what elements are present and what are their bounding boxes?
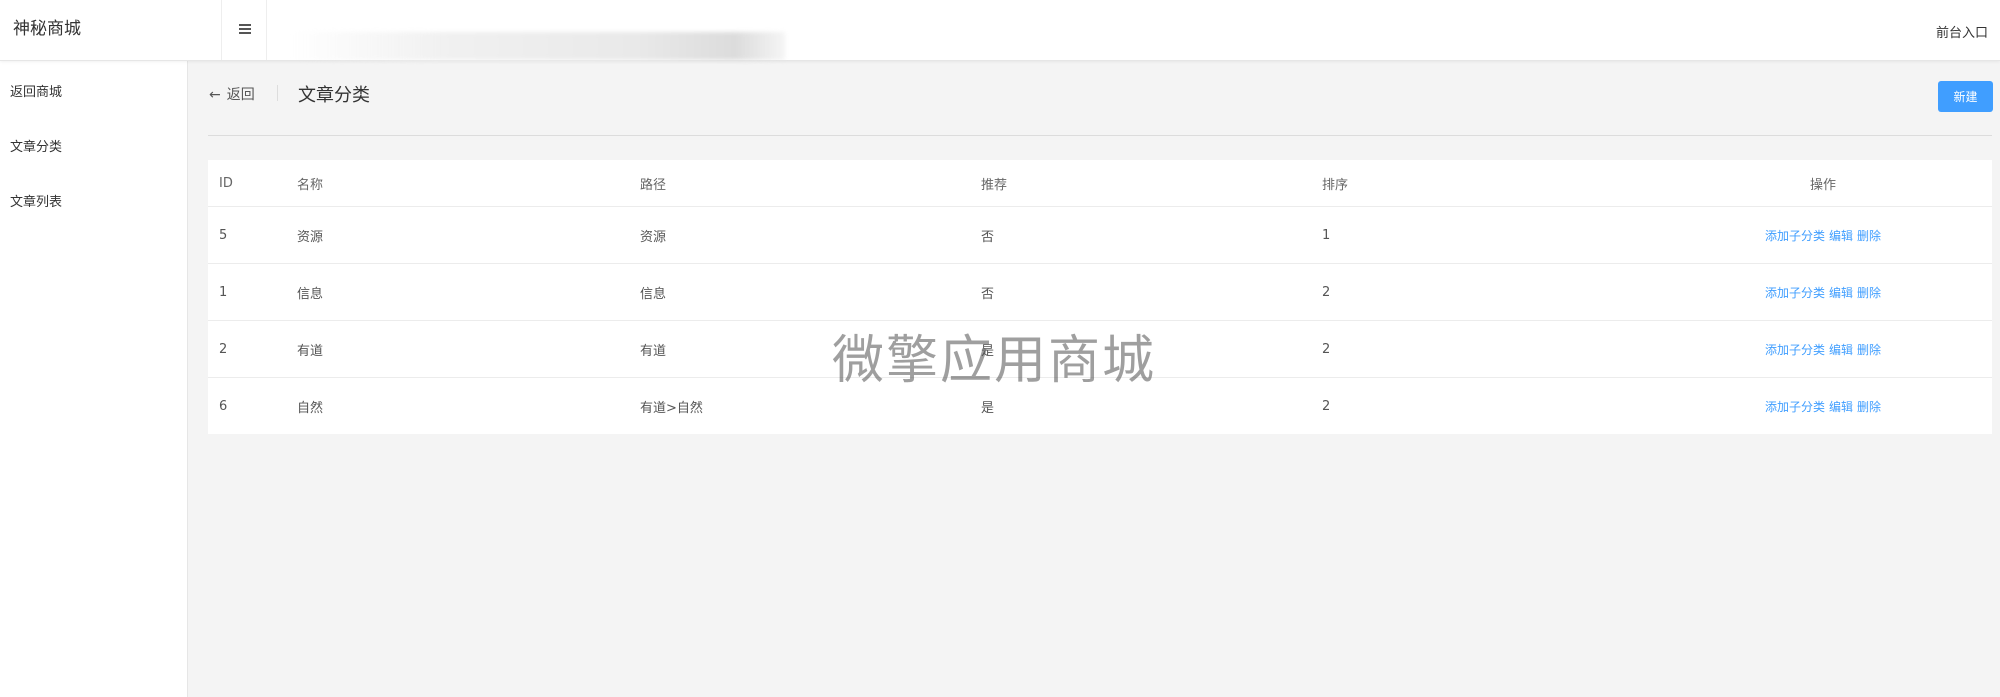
top-header: 神秘商城 前台入口 xyxy=(0,0,2000,61)
cell-recommend: 是 xyxy=(981,400,995,416)
cell-name: 资源 xyxy=(297,229,324,245)
delete-link[interactable]: 删除 xyxy=(1857,284,1881,301)
edit-link[interactable]: 编辑 xyxy=(1829,227,1853,244)
sidebar-item-article-category[interactable]: 文章分类 xyxy=(10,136,62,155)
cell-id: 2 xyxy=(219,341,228,357)
cell-sort: 2 xyxy=(1322,341,1331,357)
delete-link[interactable]: 删除 xyxy=(1857,398,1881,415)
column-header-id: ID xyxy=(219,175,233,191)
add-child-category-link[interactable]: 添加子分类 xyxy=(1765,398,1825,415)
cell-actions: 添加子分类 编辑 删除 xyxy=(1758,264,1888,320)
edit-link[interactable]: 编辑 xyxy=(1829,398,1853,415)
cell-sort: 2 xyxy=(1322,398,1331,414)
cell-recommend: 是 xyxy=(981,343,995,359)
add-child-category-link[interactable]: 添加子分类 xyxy=(1765,284,1825,301)
cell-path: 有道 xyxy=(640,343,667,359)
table-row: 2 有道 有道 是 2 添加子分类 编辑 删除 xyxy=(208,321,1992,378)
column-header-path: 路径 xyxy=(640,177,667,193)
cell-name: 自然 xyxy=(297,400,324,416)
cell-path: 有道>自然 xyxy=(640,400,703,416)
table-header-row: ID 名称 路径 推荐 排序 操作 xyxy=(208,160,1992,207)
category-table: ID 名称 路径 推荐 排序 操作 5 资源 资源 否 1 添加子分类 编辑 删除 … xyxy=(208,160,1992,434)
add-child-category-link[interactable]: 添加子分类 xyxy=(1765,341,1825,358)
cell-sort: 1 xyxy=(1322,227,1331,243)
delete-link[interactable]: 删除 xyxy=(1857,341,1881,358)
cell-id: 6 xyxy=(219,398,228,414)
column-header-sort: 排序 xyxy=(1322,177,1349,193)
add-child-category-link[interactable]: 添加子分类 xyxy=(1765,227,1825,244)
cell-id: 1 xyxy=(219,284,228,300)
cell-sort: 2 xyxy=(1322,284,1331,300)
column-header-recommend: 推荐 xyxy=(981,177,1008,193)
arrow-left-icon: ← xyxy=(209,87,221,103)
divider xyxy=(277,85,278,101)
brand-area: 神秘商城 xyxy=(0,0,222,60)
page-title: 文章分类 xyxy=(298,85,370,106)
brand-title: 神秘商城 xyxy=(13,19,81,39)
cell-id: 5 xyxy=(219,227,228,243)
table-row: 1 信息 信息 否 2 添加子分类 编辑 删除 xyxy=(208,264,1992,321)
blurred-region xyxy=(290,32,785,60)
sidebar-item-article-list[interactable]: 文章列表 xyxy=(10,191,62,210)
cell-name: 有道 xyxy=(297,343,324,359)
edit-link[interactable]: 编辑 xyxy=(1829,284,1853,301)
cell-recommend: 否 xyxy=(981,229,995,245)
front-entry-link[interactable]: 前台入口 xyxy=(1936,22,1988,41)
table-row: 5 资源 资源 否 1 添加子分类 编辑 删除 xyxy=(208,207,1992,264)
cell-name: 信息 xyxy=(297,286,324,302)
cell-path: 资源 xyxy=(640,229,667,245)
sidebar: 返回商城 文章分类 文章列表 xyxy=(0,61,188,697)
back-label: 返回 xyxy=(226,87,255,103)
column-header-name: 名称 xyxy=(297,177,324,193)
cell-actions: 添加子分类 编辑 删除 xyxy=(1758,378,1888,434)
edit-link[interactable]: 编辑 xyxy=(1829,341,1853,358)
cell-recommend: 否 xyxy=(981,286,995,302)
table-row: 6 自然 有道>自然 是 2 添加子分类 编辑 删除 xyxy=(208,378,1992,434)
new-button[interactable]: 新建 xyxy=(1938,81,1993,112)
sidebar-item-back-to-mall[interactable]: 返回商城 xyxy=(10,81,62,100)
cell-path: 信息 xyxy=(640,286,667,302)
cell-actions: 添加子分类 编辑 删除 xyxy=(1758,321,1888,377)
cell-actions: 添加子分类 编辑 删除 xyxy=(1758,207,1888,263)
main-content: ← 返回 文章分类 新建 ID 名称 路径 推荐 排序 操作 5 资源 资源 否 … xyxy=(188,61,2000,697)
header-divider xyxy=(208,135,1992,136)
back-link[interactable]: ← 返回 xyxy=(209,84,255,104)
delete-link[interactable]: 删除 xyxy=(1857,227,1881,244)
menu-toggle-button[interactable] xyxy=(221,0,267,60)
column-header-actions: 操作 xyxy=(1809,177,1836,193)
